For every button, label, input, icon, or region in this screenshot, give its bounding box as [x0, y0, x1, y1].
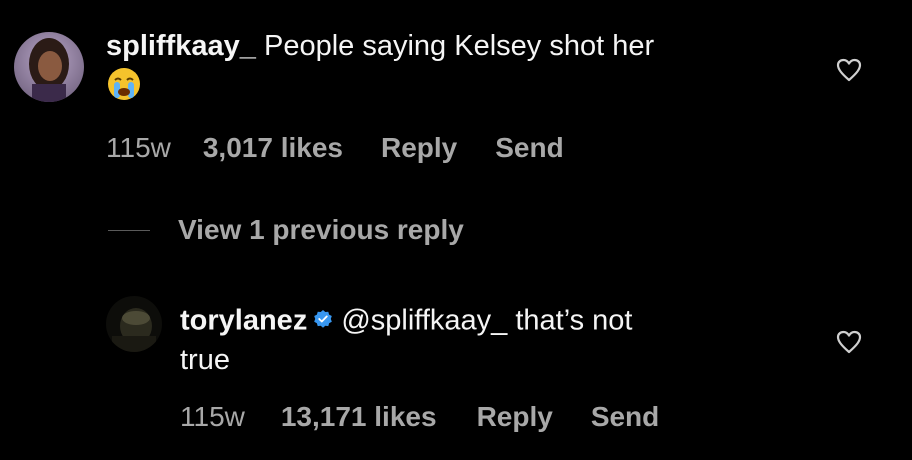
- comment-meta: 115w 3,017 likes Reply Send: [106, 132, 564, 164]
- comment-username[interactable]: torylanez: [180, 305, 307, 337]
- avatar-image: [14, 32, 84, 102]
- send-button[interactable]: Send: [591, 401, 659, 433]
- comment-meta: 115w 13,171 likes Reply Send: [180, 401, 659, 433]
- view-previous-replies[interactable]: View 1 previous reply: [108, 214, 464, 246]
- like-heart-icon[interactable]: [836, 330, 862, 359]
- comment-likes[interactable]: 3,017 likes: [203, 132, 343, 164]
- comment-text-continued: true: [180, 344, 230, 376]
- reply-button[interactable]: Reply: [477, 401, 553, 433]
- comment-age: 115w: [180, 401, 245, 432]
- comment-age: 115w: [106, 132, 171, 163]
- comment-username[interactable]: spliffkaay_: [106, 30, 256, 62]
- comment-text: People saying Kelsey shot her: [263, 30, 655, 62]
- comment-text: that’s not: [515, 304, 633, 337]
- avatar-image: [106, 296, 162, 352]
- like-heart-icon[interactable]: [836, 58, 862, 87]
- comment-torylanez: torylanez @spliffkaay_ that’s not true: [180, 302, 820, 378]
- thread-divider: [108, 229, 150, 231]
- comment-likes[interactable]: 13,171 likes: [281, 401, 437, 433]
- send-button[interactable]: Send: [495, 132, 563, 164]
- reply-button[interactable]: Reply: [381, 132, 457, 164]
- avatar-spliffkaay[interactable]: [14, 32, 84, 102]
- crying-emoji-icon: [106, 66, 806, 102]
- comment-spliffkaay: spliffkaay_ People saying Kelsey shot he…: [106, 28, 806, 102]
- view-replies-label[interactable]: View 1 previous reply: [178, 214, 464, 246]
- mention-link[interactable]: @spliffkaay_: [341, 305, 507, 337]
- avatar-torylanez[interactable]: [106, 296, 162, 352]
- verified-badge-icon: [313, 302, 333, 338]
